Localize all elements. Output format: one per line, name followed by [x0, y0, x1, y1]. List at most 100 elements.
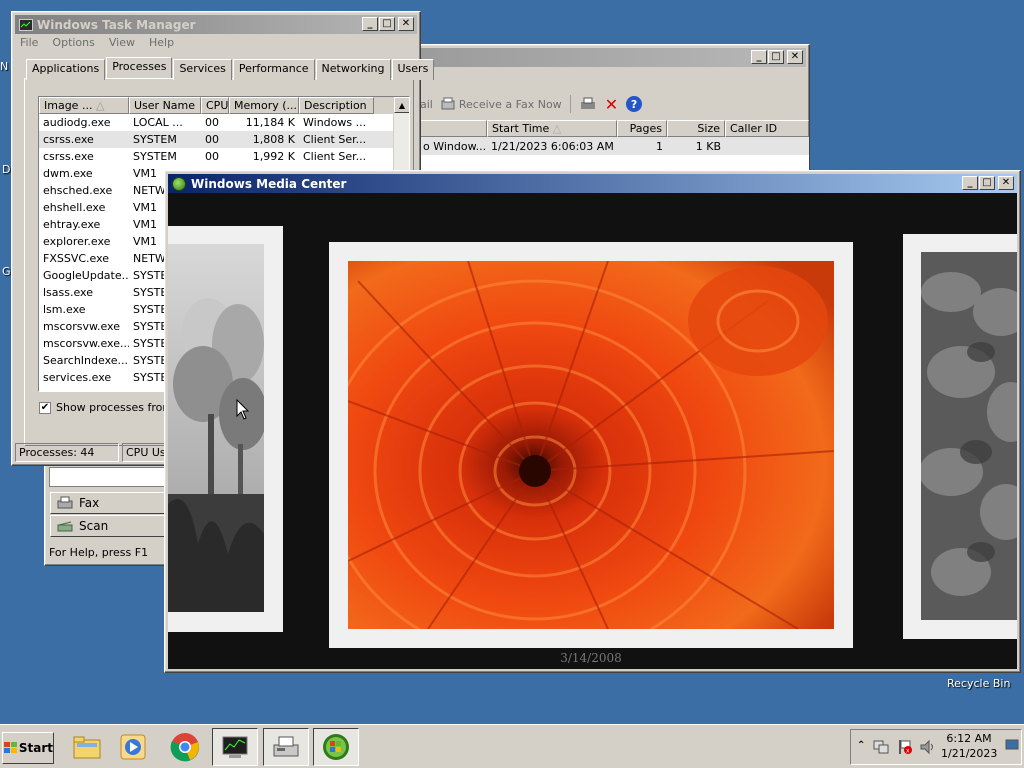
- column-header-image[interactable]: Image ... △: [39, 97, 129, 114]
- fax-pages: 1: [656, 139, 663, 153]
- scan-nav-button[interactable]: Scan: [50, 515, 166, 537]
- table-row[interactable]: csrss.exe SYSTEM 00 1,808 K Client Ser...: [39, 131, 409, 148]
- process-image-name: ehshell.exe: [43, 201, 106, 214]
- desktop-icon-label-partial[interactable]: N: [0, 60, 8, 73]
- scroll-up-button[interactable]: ▲: [394, 97, 409, 113]
- fax-nav-button[interactable]: Fax: [50, 492, 166, 514]
- taskbar-explorer-button[interactable]: [64, 728, 110, 766]
- process-cpu: 00: [205, 116, 219, 129]
- process-cpu: 00: [205, 133, 219, 146]
- clock-date: 1/21/2023: [941, 747, 998, 760]
- taskbar-chrome-button[interactable]: [162, 728, 208, 766]
- slideshow-area: 3/14/2008: [168, 193, 1017, 669]
- task-manager-titlebar[interactable]: Windows Task Manager _ □ ✕: [15, 15, 417, 34]
- start-button[interactable]: Start: [2, 732, 54, 764]
- show-all-processes-checkbox[interactable]: ✔ Show processes from a: [39, 401, 183, 414]
- column-header-start-time[interactable]: Start Time △: [487, 120, 617, 137]
- tab-networking[interactable]: Networking: [315, 59, 391, 80]
- process-memory: 11,184 K: [245, 116, 295, 129]
- tab-services[interactable]: Services: [173, 59, 232, 80]
- menu-file[interactable]: File: [20, 36, 38, 54]
- desktop-icon-label-partial[interactable]: D: [2, 163, 10, 176]
- menu-view[interactable]: View: [109, 36, 135, 54]
- process-user-name: SYSTEM: [133, 150, 177, 163]
- network-icon[interactable]: [873, 739, 889, 755]
- photo-current[interactable]: 3/14/2008: [329, 242, 853, 665]
- chrome-icon: [170, 733, 200, 762]
- desktop-icon-label-partial[interactable]: G: [2, 265, 11, 278]
- maximize-button[interactable]: □: [768, 50, 784, 64]
- delete-icon[interactable]: ✕: [605, 95, 618, 114]
- process-description: Client Ser...: [303, 133, 367, 146]
- windows-logo-icon: [4, 742, 17, 753]
- minimize-button[interactable]: _: [751, 50, 767, 64]
- svg-text:x: x: [906, 748, 910, 755]
- media-center-icon: [172, 176, 186, 191]
- media-center-window: Windows Media Center _ □ ✕ 3/14/2008: [164, 170, 1021, 673]
- maximize-button[interactable]: □: [979, 176, 995, 190]
- process-image-name: ehsched.exe: [43, 184, 113, 197]
- process-image-name: mscorsvw.exe...: [43, 337, 129, 350]
- process-description: Client Ser...: [303, 150, 367, 163]
- menu-options[interactable]: Options: [52, 36, 94, 54]
- column-header-user[interactable]: User Name: [129, 97, 201, 114]
- close-button[interactable]: ✕: [398, 17, 414, 31]
- fax-start-time: 1/21/2023 6:06:03 AM: [491, 139, 614, 153]
- show-hidden-icons-icon[interactable]: ⌃: [857, 740, 865, 751]
- toolbar-partial-label[interactable]: ail: [420, 98, 433, 111]
- column-header-caller-id[interactable]: Caller ID: [725, 120, 809, 137]
- action-center-flag-icon[interactable]: x: [897, 739, 913, 755]
- clock[interactable]: 6:12 AM 1/21/2023: [941, 732, 997, 760]
- taskbar-media-center-button[interactable]: [313, 728, 359, 766]
- minimize-button[interactable]: _: [962, 176, 978, 190]
- process-user-name: LOCAL ...: [133, 116, 183, 129]
- help-icon[interactable]: ?: [626, 96, 643, 112]
- media-center-titlebar[interactable]: Windows Media Center _ □ ✕: [168, 174, 1017, 193]
- taskbar-fax-scan-button[interactable]: [263, 728, 309, 766]
- column-header[interactable]: [419, 120, 487, 137]
- column-header-memory[interactable]: Memory (...: [229, 97, 299, 114]
- scanner-icon: [57, 521, 73, 532]
- photo-thumbnail-right[interactable]: [903, 234, 1017, 639]
- tab-processes[interactable]: Processes: [106, 57, 173, 78]
- fax-printer-icon: [273, 736, 299, 757]
- taskbar-task-manager-button[interactable]: [212, 728, 258, 766]
- process-image-name: SearchIndexe...: [43, 354, 128, 367]
- column-header-pages[interactable]: Pages: [617, 120, 667, 137]
- recycle-bin-label[interactable]: Recycle Bin: [947, 677, 1010, 690]
- fax-status-text: For Help, press F1: [49, 546, 149, 559]
- fax-icon: [57, 496, 73, 509]
- fax-nav-label: Fax: [79, 496, 100, 510]
- process-cpu: 00: [205, 150, 219, 163]
- fax-size: 1 KB: [695, 139, 721, 153]
- photo-thumbnail-left[interactable]: [168, 226, 283, 632]
- print-icon[interactable]: [579, 96, 597, 112]
- volume-icon[interactable]: [919, 739, 937, 755]
- tab-users[interactable]: Users: [391, 59, 435, 80]
- scan-nav-label: Scan: [79, 519, 109, 533]
- close-button[interactable]: ✕: [787, 50, 803, 64]
- taskbar-media-player-button[interactable]: [110, 728, 156, 766]
- receive-fax-button[interactable]: Receive a Fax Now: [441, 97, 562, 111]
- process-image-name: GoogleUpdate...: [43, 269, 129, 282]
- column-header-description[interactable]: Description: [299, 97, 374, 114]
- maximize-button[interactable]: □: [379, 17, 395, 31]
- tab-performance[interactable]: Performance: [232, 59, 315, 80]
- process-description: Windows ...: [303, 116, 367, 129]
- tab-applications[interactable]: Applications: [26, 59, 106, 80]
- close-button[interactable]: ✕: [998, 176, 1014, 190]
- column-header-cpu[interactable]: CPU: [201, 97, 229, 114]
- column-header-size[interactable]: Size: [667, 120, 725, 137]
- process-memory: 1,808 K: [252, 133, 295, 146]
- process-image-name: explorer.exe: [43, 235, 111, 248]
- table-row[interactable]: csrss.exe SYSTEM 00 1,992 K Client Ser...: [39, 148, 409, 165]
- menu-help[interactable]: Help: [149, 36, 174, 54]
- table-row[interactable]: audiodg.exe LOCAL ... 00 11,184 K Windows ..…: [39, 114, 409, 131]
- minimize-button[interactable]: _: [362, 17, 378, 31]
- list-item[interactable]: o Window... 1/21/2023 6:06:03 AM 1 1 KB: [419, 137, 809, 155]
- folder-icon: [73, 736, 101, 759]
- media-player-icon: [120, 734, 146, 760]
- checkbox-checked-icon[interactable]: ✔: [39, 401, 51, 414]
- process-image-name: lsm.exe: [43, 303, 86, 316]
- show-desktop-button[interactable]: [1005, 737, 1019, 755]
